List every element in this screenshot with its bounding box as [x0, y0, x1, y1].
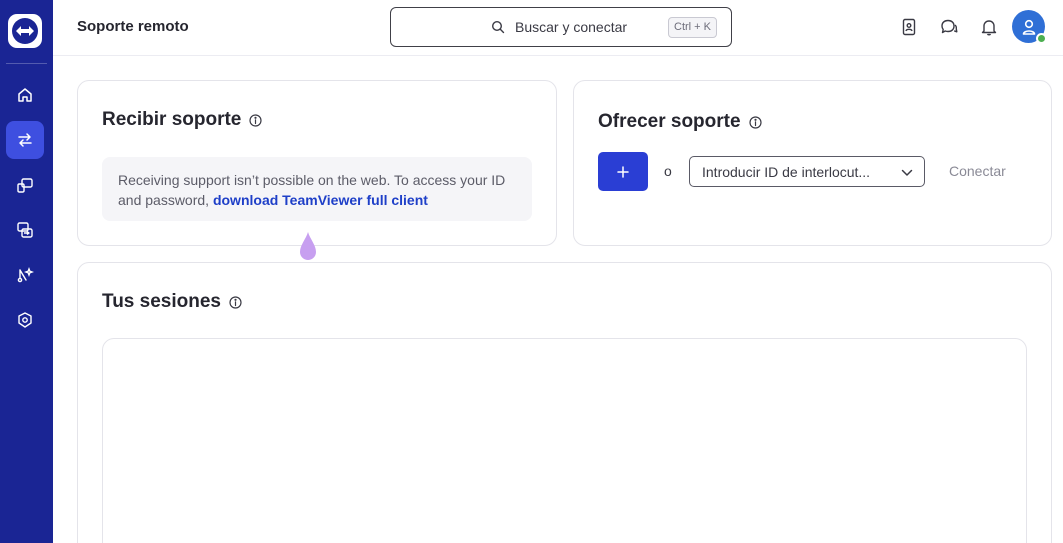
devices-icon — [17, 178, 33, 193]
notifications-button[interactable] — [979, 17, 999, 37]
offer-support-title: Ofrecer soporte — [598, 111, 741, 132]
top-bar: Soporte remoto Buscar y conectar Ctrl + … — [53, 0, 1063, 56]
teamviewer-logo-icon — [12, 18, 38, 44]
page-title: Soporte remoto — [77, 18, 189, 35]
search-icon — [491, 20, 505, 34]
chat-icon — [941, 19, 958, 34]
chat-button[interactable] — [939, 17, 959, 37]
user-avatar[interactable] — [1012, 10, 1047, 44]
sessions-heading: Tus sesiones — [102, 291, 242, 313]
sessions-icon — [17, 222, 33, 238]
sidebar-item-home[interactable] — [6, 76, 44, 114]
new-session-button[interactable] — [598, 152, 648, 191]
bell-icon — [981, 20, 997, 36]
plus-icon — [617, 165, 629, 178]
teamviewer-logo[interactable] — [8, 14, 42, 48]
offer-support-card: Ofrecer soporte o Introducir ID de inter… — [573, 80, 1052, 246]
or-separator: o — [664, 163, 672, 179]
receive-support-title: Recibir soporte — [102, 109, 242, 130]
integrations-icon — [17, 266, 34, 283]
download-client-link[interactable]: download TeamViewer full client — [213, 192, 428, 208]
sidebar-item-sessions[interactable] — [6, 211, 44, 249]
search-label: Buscar y conectar — [515, 19, 628, 35]
user-icon — [1022, 19, 1035, 35]
info-icon[interactable] — [229, 295, 242, 309]
sessions-list-panel — [102, 338, 1027, 543]
info-icon[interactable] — [249, 113, 262, 127]
home-icon — [18, 88, 32, 102]
info-icon[interactable] — [748, 115, 762, 129]
sidebar — [0, 0, 53, 543]
offer-support-heading: Ofrecer soporte — [598, 111, 762, 133]
web-support-notice: Receiving support isn’t possible on the … — [102, 157, 532, 221]
online-status-indicator — [1036, 33, 1047, 44]
sidebar-item-integrations[interactable] — [6, 256, 44, 294]
receive-support-heading: Recibir soporte — [102, 109, 262, 131]
chevron-down-icon — [901, 169, 913, 176]
search-shortcut-badge: Ctrl + K — [668, 17, 717, 38]
sessions-title: Tus sesiones — [102, 291, 221, 312]
sessions-card: Tus sesiones — [77, 262, 1052, 543]
connect-button[interactable]: Conectar — [949, 163, 1006, 179]
security-settings-icon — [18, 312, 32, 328]
sidebar-item-remote-support[interactable] — [6, 121, 44, 159]
partner-id-placeholder: Introducir ID de interlocut... — [702, 164, 871, 180]
partner-id-input[interactable]: Introducir ID de interlocut... — [689, 156, 925, 187]
contact-book-icon — [902, 18, 916, 36]
search-input[interactable]: Buscar y conectar Ctrl + K — [390, 7, 732, 47]
remote-support-icon — [18, 133, 32, 147]
sidebar-item-devices[interactable] — [6, 166, 44, 204]
sidebar-divider — [6, 63, 47, 64]
contacts-button[interactable] — [899, 17, 919, 37]
receive-support-card: Recibir soporte Receiving support isn’t … — [77, 80, 557, 246]
cursor-marker-icon — [300, 232, 316, 260]
sidebar-item-security[interactable] — [6, 301, 44, 339]
